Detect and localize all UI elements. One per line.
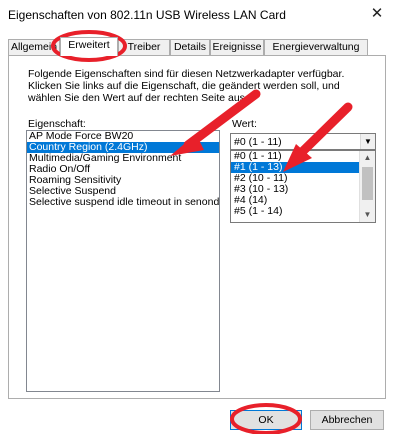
scroll-thumb[interactable] [362,167,373,200]
property-label: Eigenschaft: [28,118,86,130]
cancel-button[interactable]: Abbrechen [310,410,384,430]
dropdown-scrollbar[interactable]: ▲ ▼ [359,151,375,222]
title-bar: Eigenschaften von 802.11n USB Wireless L… [0,0,394,32]
tab-energieverwaltung[interactable]: Energieverwaltung [264,39,368,56]
scroll-down-icon[interactable]: ▼ [360,208,375,222]
tab-strip: Allgemein Erweitert Treiber Details Erei… [8,37,386,56]
tab-ereignisse[interactable]: Ereignisse [210,39,264,56]
property-listbox[interactable]: AP Mode Force BW20 Country Region (2.4GH… [26,130,220,392]
close-icon[interactable]: ✕ [362,0,392,28]
dropdown-option[interactable]: #5 (1 - 14) [231,206,359,217]
value-combobox[interactable]: #0 (1 - 11) ▼ [230,133,376,150]
description-text: Folgende Eigenschaften sind für diesen N… [28,68,345,104]
tab-allgemein[interactable]: Allgemein [8,39,60,56]
window-title: Eigenschaften von 802.11n USB Wireless L… [8,8,286,22]
list-item[interactable]: Selective suspend idle timeout in senond… [27,197,219,208]
tab-erweitert[interactable]: Erweitert [60,37,118,56]
value-dropdown-list[interactable]: #0 (1 - 11) #1 (1 - 13) #2 (10 - 11) #3 … [230,150,376,223]
combo-value: #0 (1 - 11) [234,136,282,148]
tab-treiber[interactable]: Treiber [118,39,170,56]
chevron-down-icon[interactable]: ▼ [360,134,375,149]
scroll-up-icon[interactable]: ▲ [360,151,375,165]
tab-details[interactable]: Details [170,39,210,56]
ok-button[interactable]: OK [230,410,302,430]
value-label: Wert: [232,118,257,130]
